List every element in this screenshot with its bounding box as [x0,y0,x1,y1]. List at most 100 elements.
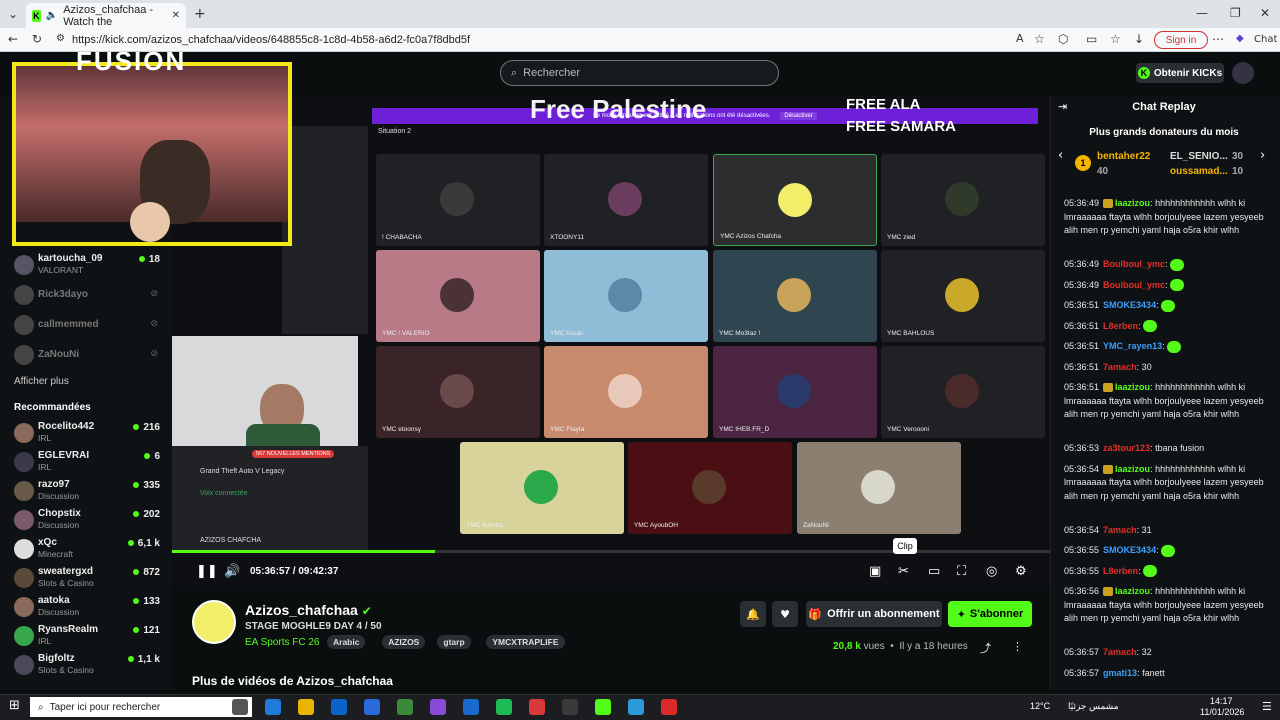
extensions-icon[interactable]: ⬡ [1058,32,1068,46]
chat-username[interactable]: YMC_rayen13 [1103,341,1162,351]
copilot-icon[interactable]: ◆ [1236,33,1244,44]
tag-chip[interactable]: gtarp [437,635,471,649]
taskbar-app-icon[interactable] [364,699,380,715]
maximize-icon[interactable]: ❐ [1230,6,1241,20]
sidebar-channel[interactable]: xQc Minecraft 6,1 k [14,537,164,565]
clip-icon[interactable]: ✂ [898,564,909,579]
taskbar-app-icon[interactable] [562,699,578,715]
donor-1-name[interactable]: bentaher22 [1097,151,1150,162]
site-info-icon[interactable]: ⚙ [56,33,65,44]
gift-subscription-button[interactable]: 🎁 Offrir un abonnement [806,601,942,627]
game-link[interactable]: EA Sports FC 26 [245,637,319,648]
participant-tile[interactable]: YMC IHEB.FR_D [713,346,877,438]
taskbar-app-icon[interactable] [331,699,347,715]
sidebar-channel[interactable]: Rick3dayo ⊘ [14,283,164,311]
participant-tile[interactable]: YMC Veroooni [881,346,1045,438]
participant-tile[interactable]: ! CHABACHA [376,154,540,246]
taskbar-app-icon[interactable] [595,699,611,715]
user-avatar[interactable] [1232,62,1254,84]
taskbar-app-icon[interactable] [265,699,281,715]
more-menu-icon[interactable]: ⋯ [1212,32,1224,46]
new-tab-icon[interactable]: + [194,6,206,22]
chat-username[interactable]: Boulboul_ymc [1103,280,1165,290]
taskbar-search[interactable]: ⌕ Taper ici pour rechercher [30,697,252,717]
sidebar-channel[interactable]: kartoucha_09 VALORANT 18 [14,253,164,281]
chat-username[interactable]: L8erben [1103,566,1138,576]
search-input[interactable]: ⌕ Rechercher [500,60,779,86]
volume-icon[interactable]: 🔊 [224,564,240,579]
speed-icon[interactable]: ◎ [986,564,997,579]
get-kicks-button[interactable]: K Obtenir KICKs [1136,63,1224,83]
chat-username[interactable]: laazizou [1115,198,1150,208]
participant-tile[interactable]: YMC AyoubOH [628,442,792,534]
chat-username[interactable]: laazizou [1115,382,1150,392]
participant-tile[interactable]: YMC hssan [544,250,708,342]
pause-icon[interactable]: ❚❚ [196,564,218,579]
tag-chip[interactable]: AZIZOS [382,635,426,649]
participant-tile[interactable]: YMC zied [881,154,1045,246]
browser-tab[interactable]: K 🔈 Azizos_chafchaa - Watch the ✕ [26,3,186,28]
video-player[interactable]: Le mode streamer est activé. Les notific… [172,96,1050,586]
chat-username[interactable]: SMOKE3434 [1103,300,1156,310]
chat-username[interactable]: SMOKE3434 [1103,545,1156,555]
back-icon[interactable]: ← [8,32,18,46]
taskbar-app-icon[interactable] [298,699,314,715]
sidebar-channel[interactable]: callmemmed ⊘ [14,313,164,341]
participant-tile[interactable]: YMC BAHLOUS [881,250,1045,342]
taskbar-app-icon[interactable] [628,699,644,715]
chat-username[interactable]: 7amach [1103,362,1137,372]
tag-chip[interactable]: Arabic [327,635,366,649]
donor-2-name[interactable]: EL_SENIO... [1170,151,1228,162]
participant-tile[interactable]: YMC etoonsy [376,346,540,438]
donors-prev-icon[interactable]: ‹ [1058,148,1063,163]
chat-username[interactable]: 7amach [1103,525,1137,535]
participant-tile[interactable]: YMC Mo3taz ! [713,250,877,342]
share-icon[interactable]: ⤴ [980,640,991,656]
reload-icon[interactable]: ↻ [32,32,42,46]
sign-in-button[interactable]: Sign in [1154,31,1208,49]
favorites-bar-icon[interactable]: ☆ [1110,32,1121,46]
more-options-icon[interactable]: ⋮ [1012,640,1023,653]
sidebar-channel[interactable]: sweatergxd Slots & Casino 872 [14,566,164,594]
participant-tile[interactable]: XTOONY11 [544,154,708,246]
notification-center-icon[interactable]: ☰ [1262,700,1272,713]
read-aloud-icon[interactable]: A [1016,32,1024,45]
chat-username[interactable]: gmati13 [1103,668,1137,678]
donors-next-icon[interactable]: › [1260,148,1265,163]
chat-username[interactable]: laazizou [1115,464,1150,474]
chat-username[interactable]: L8erben [1103,321,1138,331]
donor-3-name[interactable]: oussamad... [1170,166,1228,177]
split-screen-icon[interactable]: ▭ [1086,32,1097,46]
tag-chip[interactable]: YMCXTRAPLIFE [486,635,565,649]
minimize-icon[interactable]: — [1196,6,1208,20]
miniplayer-icon[interactable]: ▣ [869,564,881,579]
sidebar-channel[interactable]: Bigfoltz Slots & Casino 1,1 k [14,653,164,681]
taskbar-app-icon[interactable] [463,699,479,715]
favorite-icon[interactable]: ☆ [1034,32,1045,46]
participant-tile[interactable]: YMC Azizos Chafcha [713,154,877,246]
taskbar-app-icon[interactable] [397,699,413,715]
like-button[interactable]: ♥ [772,601,798,627]
sidebar-channel[interactable]: Chopstix Discussion 202 [14,508,164,536]
fullscreen-icon[interactable]: ⛶ [957,564,966,579]
theater-mode-icon[interactable]: ▭ [928,564,940,579]
downloads-icon[interactable]: ↓ [1134,32,1144,46]
participant-tile[interactable]: ZaNouNi [797,442,961,534]
taskbar-app-icon[interactable] [496,699,512,715]
windows-start-icon[interactable]: ⊞ [9,698,20,713]
close-window-icon[interactable]: ✕ [1260,6,1270,20]
settings-gear-icon[interactable]: ⚙ [1015,564,1027,579]
notification-bell-button[interactable]: 🔔 [740,601,766,627]
sidebar-channel[interactable]: Rocelito442 IRL 216 [14,421,164,449]
participant-tile[interactable]: YMC Bamba [460,442,624,534]
taskbar-app-icon[interactable] [430,699,446,715]
participant-tile[interactable]: YMC Ftayta [544,346,708,438]
taskbar-app-icon[interactable] [661,699,677,715]
seek-bar[interactable] [172,550,1050,553]
sidebar-channel[interactable]: razo97 Discussion 335 [14,479,164,507]
sidebar-channel[interactable]: ZaNouNi ⊘ [14,343,164,371]
chat-username[interactable]: 7amach [1103,647,1137,657]
close-tab-icon[interactable]: ✕ [172,10,180,21]
channel-name[interactable]: Azizos_chafchaa ✔ [245,602,372,618]
sidebar-channel[interactable]: aatoka Discussion 133 [14,595,164,623]
